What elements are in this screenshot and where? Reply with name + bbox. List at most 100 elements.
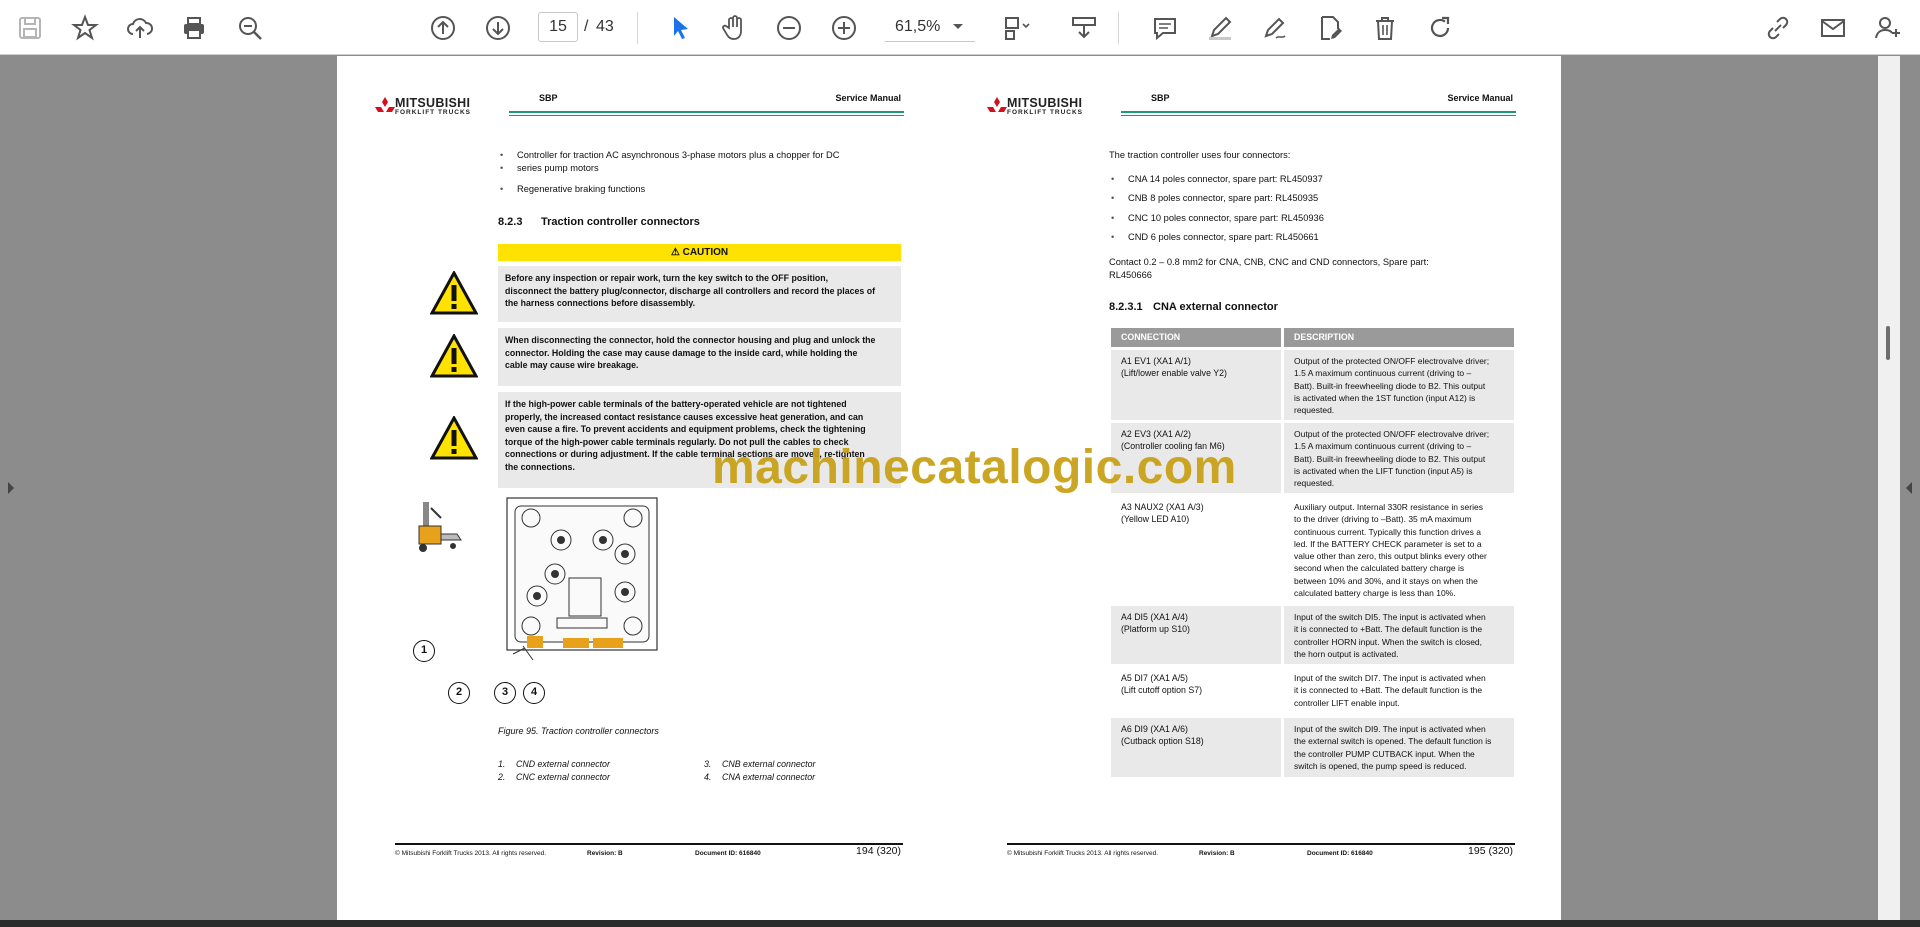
page-layout-icon[interactable] — [996, 8, 1036, 48]
bottom-status-bar — [0, 920, 1920, 927]
cell-line: Output of the protected ON/OFF electrova… — [1294, 429, 1490, 439]
cell-line: A3 NAUX2 (XA1 A/3) — [1121, 502, 1204, 512]
cell-line: is activated when the LIFT function (inp… — [1294, 465, 1473, 476]
zoom-out-icon[interactable] — [769, 8, 809, 48]
expand-right-panel-icon[interactable] — [1904, 480, 1914, 496]
table-row: A3 NAUX2 (XA1 A/3) (Yellow LED A10) Auxil… — [1111, 496, 1514, 602]
legend-num: 3. — [704, 759, 712, 769]
bullet-item: CND 6 poles connector, spare part: RL450… — [1111, 232, 1319, 242]
legend-text: CND external connector — [516, 759, 610, 769]
cell-line: the external switch is opened. The defau… — [1294, 736, 1492, 747]
table-header-row: CONNECTION DESCRIPTION — [1111, 328, 1514, 347]
cell-line: controller LIFT enable input. — [1294, 697, 1400, 708]
section-number: 8.2.3 — [498, 216, 523, 228]
bullet-item: CNB 8 poles connector, spare part: RL450… — [1111, 193, 1318, 203]
cell-line: value other than zero, this output blink… — [1294, 551, 1487, 562]
legend-num: 4. — [704, 772, 712, 782]
bullet-text: series pump motors — [517, 163, 599, 173]
connection-cell: A3 NAUX2 (XA1 A/3) (Yellow LED A10) — [1111, 496, 1281, 602]
footer-copyright: © Mitsubishi Forklift Trucks 2013. All r… — [395, 850, 547, 857]
comment-icon[interactable] — [1145, 8, 1185, 48]
cell-line: A2 EV3 (XA1 A/2) — [1121, 429, 1191, 439]
legend-text: CNA external connector — [722, 772, 816, 782]
cell-line: continuous current. Typically this funct… — [1294, 526, 1481, 537]
download-tray-icon[interactable] — [1064, 8, 1104, 48]
add-user-icon[interactable] — [1868, 8, 1908, 48]
contact-text: Contact 0.2 – 0.8 mm2 for CNA, CNB, CNC … — [1109, 257, 1429, 267]
table-row: A6 DI9 (XA1 A/6) (Cutback option S18) Inp… — [1111, 718, 1514, 777]
brand-name: MITSUBISHI — [1007, 96, 1083, 110]
cell-line: the horn output is activated. — [1294, 648, 1399, 659]
sign-icon[interactable] — [1255, 8, 1295, 48]
callout-3: 3 — [494, 682, 516, 704]
legend-num: 2. — [498, 772, 506, 782]
save-icon[interactable] — [10, 8, 50, 48]
description-cell: Input of the switch DI5. The input is ac… — [1284, 606, 1514, 664]
page-separator: / — [584, 18, 589, 35]
footer-page-number: 194 (320) — [856, 845, 901, 857]
highlight-pen-icon[interactable] — [1200, 8, 1240, 48]
bookmark-star-icon[interactable] — [65, 8, 105, 48]
footer-rule — [1007, 843, 1515, 845]
caution-triangle-icon: ⚠ — [670, 247, 683, 258]
section-title: Traction controller connectors — [541, 216, 700, 228]
description-cell: Input of the switch DI9. The input is ac… — [1284, 718, 1514, 777]
header-model: SBP — [1151, 93, 1170, 103]
scrollbar-thumb[interactable] — [1886, 326, 1890, 360]
delete-icon[interactable] — [1365, 8, 1405, 48]
legend-num: 1. — [498, 759, 506, 769]
cell-line: it is connected to +Batt. The default fu… — [1294, 624, 1483, 635]
page-down-icon[interactable] — [478, 8, 518, 48]
footer-revision: Revision: B — [587, 850, 623, 857]
expand-left-panel-icon[interactable] — [6, 480, 16, 496]
page-number-input[interactable]: 15 — [538, 12, 578, 42]
cell-line: A4 DI5 (XA1 A/4) — [1121, 612, 1188, 622]
warning-icon — [430, 271, 478, 315]
rotate-icon[interactable] — [1420, 8, 1460, 48]
cell-line: second when the calculated battery charg… — [1294, 563, 1465, 574]
hand-pan-icon[interactable] — [714, 8, 754, 48]
cell-line: Auxiliary output. Internal 330R resistan… — [1294, 502, 1483, 512]
select-cursor-icon[interactable] — [660, 8, 700, 48]
vertical-scrollbar[interactable] — [1878, 56, 1900, 920]
caution-line: the harness connections before disassemb… — [505, 298, 696, 309]
connection-cell: A5 DI7 (XA1 A/5) (Lift cutoff option S7) — [1111, 667, 1281, 715]
cell-line: (Lift cutoff option S7) — [1121, 685, 1203, 695]
header-doc-title: Service Manual — [835, 93, 901, 103]
connection-cell: A1 EV1 (XA1 A/1) (Lift/lower enable valve… — [1111, 350, 1281, 420]
table-row: A1 EV1 (XA1 A/1) (Lift/lower enable valve… — [1111, 350, 1514, 420]
bullet-item: CNA 14 poles connector, spare part: RL45… — [1111, 174, 1323, 184]
print-icon[interactable] — [174, 8, 214, 48]
description-cell: Input of the switch DI7. The input is ac… — [1284, 667, 1514, 715]
upload-cloud-icon[interactable] — [120, 8, 160, 48]
table-row: A4 DI5 (XA1 A/4) (Platform up S10) Input … — [1111, 606, 1514, 664]
warning-icon — [430, 416, 478, 460]
callout-4: 4 — [523, 682, 545, 704]
cell-line: Batt). Built-in freewheeling diode to B2… — [1294, 453, 1486, 464]
page-up-icon[interactable] — [423, 8, 463, 48]
zoom-search-icon[interactable] — [230, 8, 270, 48]
caution-line: connector. Holding the case may cause da… — [505, 347, 858, 358]
intro-text: The traction controller uses four connec… — [1109, 150, 1291, 160]
traction-controller-diagram — [506, 497, 658, 661]
cell-line: Input of the switch DI5. The input is ac… — [1294, 612, 1486, 622]
bullet-item: Controller for traction AC asynchronous … — [500, 149, 839, 162]
table-header: DESCRIPTION — [1284, 328, 1514, 347]
cell-line: controller HORN input. When the switch i… — [1294, 636, 1483, 647]
header-model: SBP — [539, 93, 558, 103]
header-rule — [1121, 111, 1516, 113]
header-doc-title: Service Manual — [1447, 93, 1513, 103]
link-share-icon[interactable] — [1758, 8, 1798, 48]
cell-line: to the driver (driving to –Batt). 35 mA … — [1294, 514, 1472, 525]
zoom-in-icon[interactable] — [824, 8, 864, 48]
watermark-text: machinecatalogic.com — [712, 441, 1237, 494]
cell-line: is activated when the 1ST function (inpu… — [1294, 392, 1476, 403]
caution-line: cable may cause wire breakage. — [505, 360, 639, 371]
cell-line: requested. — [1294, 405, 1335, 416]
table-header: CONNECTION — [1111, 328, 1281, 347]
edit-document-icon[interactable] — [1310, 8, 1350, 48]
chevron-down-icon[interactable] — [948, 16, 968, 36]
mail-icon[interactable] — [1813, 8, 1853, 48]
cell-line: between 10% and 30%, and it stays on whe… — [1294, 575, 1478, 586]
cell-line: (Lift/lower enable valve Y2) — [1121, 368, 1227, 378]
